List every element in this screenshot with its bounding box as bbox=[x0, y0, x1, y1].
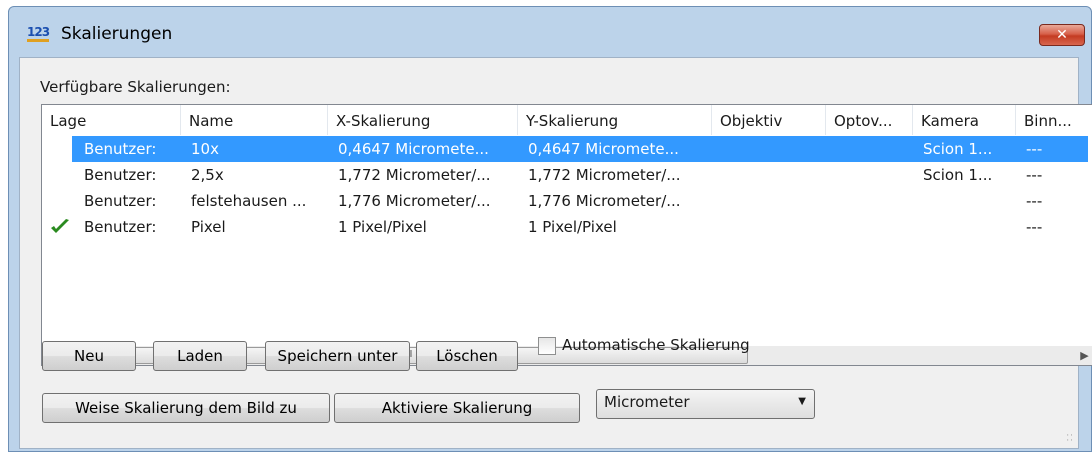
cell-name: 10x bbox=[191, 140, 219, 158]
cell-y-scaling: 1,772 Micrometer/... bbox=[528, 166, 681, 184]
cell-objektiv bbox=[722, 214, 822, 240]
scaling-app-icon: 123 bbox=[27, 26, 50, 42]
cell-binning: --- bbox=[1026, 140, 1043, 158]
auto-scaling-label: Automatische Skalierung bbox=[562, 336, 750, 354]
load-button[interactable]: Laden bbox=[153, 341, 247, 371]
cell-kamera: Scion 1... bbox=[923, 166, 993, 184]
column-header-kamera[interactable]: Kamera bbox=[913, 105, 1016, 135]
cell-objektiv bbox=[722, 136, 822, 162]
chevron-down-icon: ▼ bbox=[798, 396, 806, 407]
table-row[interactable]: Benutzer: 2,5x 1,772 Micrometer/... 1,77… bbox=[42, 162, 1092, 188]
cell-y-scaling: 0,4647 Micromete... bbox=[528, 140, 679, 158]
active-checkmark-icon bbox=[51, 219, 69, 233]
cell-y-scaling: 1,776 Micrometer/... bbox=[528, 192, 681, 210]
resize-grip-icon[interactable]: ·· ·· bbox=[1066, 432, 1074, 446]
cell-objektiv bbox=[722, 188, 822, 214]
cell-optov bbox=[836, 214, 910, 240]
cell-binning: --- bbox=[1026, 166, 1043, 184]
table-row[interactable]: Benutzer: 10x 0,4647 Micromete... 0,4647… bbox=[42, 136, 1092, 162]
available-scalings-label: Verfügbare Skalierungen: bbox=[40, 78, 231, 96]
cell-x-scaling: 1,776 Micrometer/... bbox=[338, 192, 491, 210]
title-bar: 123 Skalierungen ✕ bbox=[9, 7, 1091, 59]
column-header-name[interactable]: Name bbox=[181, 105, 328, 135]
dialog-content: Verfügbare Skalierungen: Lage Name X-Ska… bbox=[19, 57, 1092, 449]
table-row[interactable]: Benutzer: Pixel 1 Pixel/Pixel 1 Pixel/Pi… bbox=[42, 214, 1092, 240]
column-header-y-scaling[interactable]: Y-Skalierung bbox=[518, 105, 712, 135]
window-title: Skalierungen bbox=[61, 24, 173, 44]
cell-name: Pixel bbox=[191, 218, 226, 236]
cell-x-scaling: 1 Pixel/Pixel bbox=[338, 218, 427, 236]
column-header-lage[interactable]: Lage bbox=[42, 105, 181, 135]
cell-kamera: Scion 1... bbox=[923, 140, 993, 158]
cell-name: 2,5x bbox=[191, 166, 224, 184]
table-row[interactable]: Benutzer: felstehausen ... 1,776 Microme… bbox=[42, 188, 1092, 214]
cell-binning: --- bbox=[1026, 192, 1043, 210]
cell-lage: Benutzer: bbox=[84, 166, 157, 184]
save-as-button[interactable]: Speichern unter bbox=[265, 341, 410, 371]
scroll-right-icon[interactable]: ▶ bbox=[1075, 346, 1092, 365]
close-button[interactable]: ✕ bbox=[1039, 24, 1085, 46]
cell-lage: Benutzer: bbox=[84, 192, 157, 210]
assign-scaling-to-image-button[interactable]: Weise Skalierung dem Bild zu bbox=[42, 393, 330, 423]
unit-select[interactable]: Micrometer ▼ bbox=[596, 389, 815, 419]
cell-kamera bbox=[923, 188, 1013, 214]
cell-x-scaling: 0,4647 Micromete... bbox=[338, 140, 489, 158]
activate-scaling-button[interactable]: Aktiviere Skalierung bbox=[334, 393, 580, 423]
cell-name: felstehausen ... bbox=[191, 192, 307, 210]
cell-x-scaling: 1,772 Micrometer/... bbox=[338, 166, 491, 184]
scaling-dialog: 123 Skalierungen ✕ Verfügbare Skalierung… bbox=[8, 6, 1092, 452]
cell-optov bbox=[836, 188, 910, 214]
cell-optov bbox=[836, 136, 910, 162]
close-icon: ✕ bbox=[1056, 27, 1068, 43]
table-header: Lage Name X-Skalierung Y-Skalierung Obje… bbox=[42, 105, 1092, 136]
cell-binning: --- bbox=[1026, 218, 1043, 236]
delete-button[interactable]: Löschen bbox=[416, 341, 518, 371]
cell-optov bbox=[836, 162, 910, 188]
column-header-optov[interactable]: Optov... bbox=[826, 105, 913, 135]
cell-lage: Benutzer: bbox=[84, 218, 157, 236]
scalings-table[interactable]: Lage Name X-Skalierung Y-Skalierung Obje… bbox=[41, 104, 1092, 366]
cell-objektiv bbox=[722, 162, 822, 188]
column-header-binning[interactable]: Binn... bbox=[1016, 105, 1092, 135]
auto-scaling-checkbox[interactable] bbox=[538, 337, 556, 355]
new-button[interactable]: Neu bbox=[42, 341, 136, 371]
cell-y-scaling: 1 Pixel/Pixel bbox=[528, 218, 617, 236]
cell-kamera bbox=[923, 214, 1013, 240]
column-header-objektiv[interactable]: Objektiv bbox=[712, 105, 826, 135]
cell-lage: Benutzer: bbox=[84, 140, 157, 158]
unit-select-value: Micrometer bbox=[604, 393, 690, 411]
column-header-x-scaling[interactable]: X-Skalierung bbox=[328, 105, 518, 135]
